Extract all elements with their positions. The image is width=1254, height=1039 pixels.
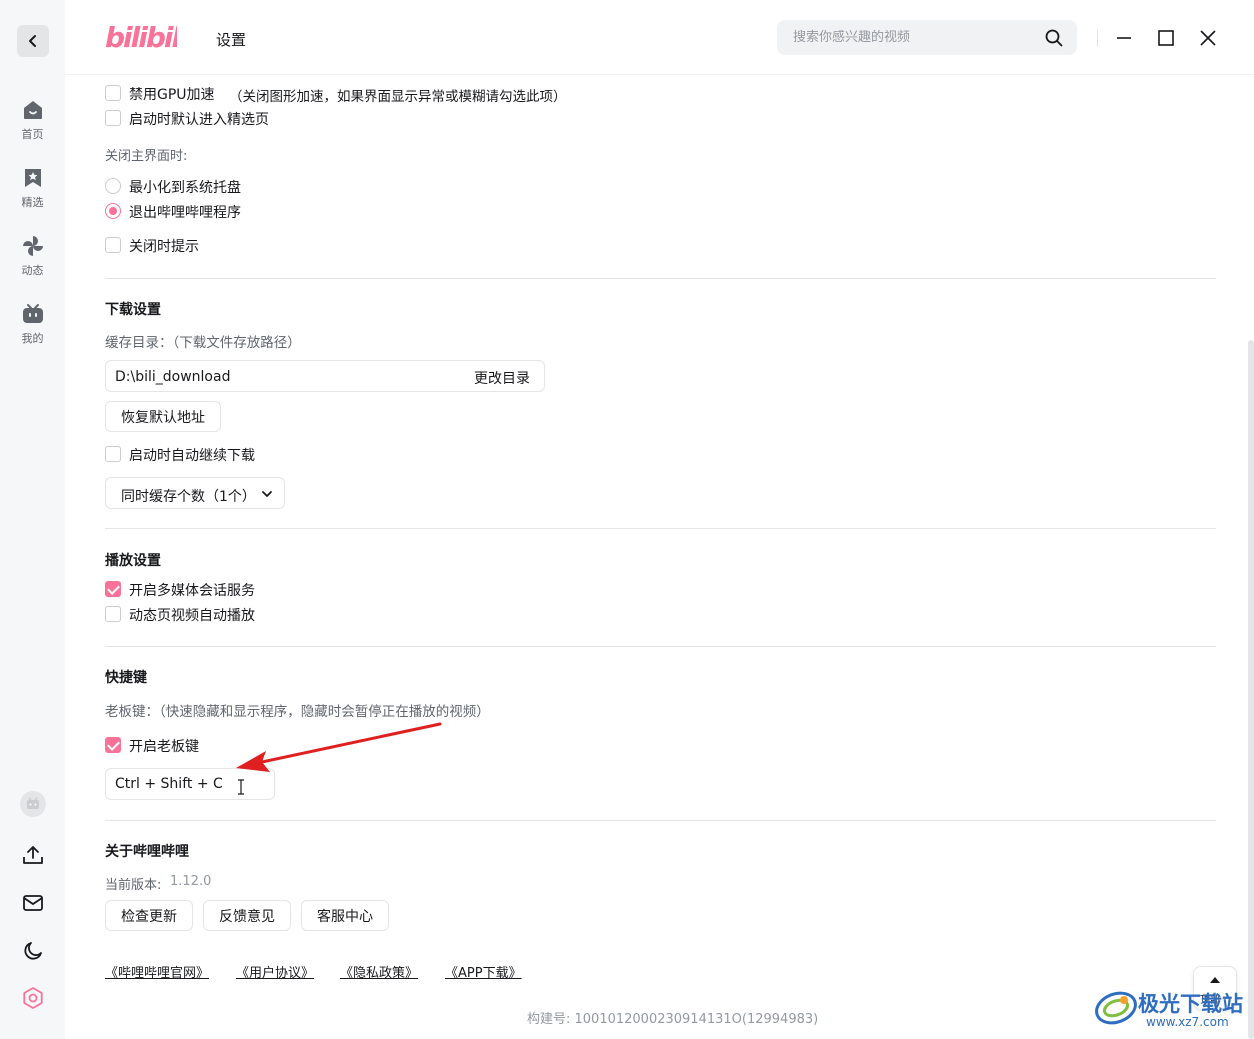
section-divider — [105, 820, 1216, 821]
cache-dir-label: 缓存目录：（下载文件存放路径） — [105, 335, 301, 351]
boss-key-input[interactable]: Ctrl + Shift + C — [105, 768, 275, 800]
close-button[interactable] — [1195, 25, 1221, 51]
build-number: 构建号: 1001012000230914131O(12994983) — [527, 1012, 819, 1027]
search-icon[interactable] — [1045, 29, 1063, 47]
maximize-icon — [1158, 30, 1174, 46]
sidebar-item-label: 动态 — [21, 264, 44, 277]
sidebar: 首页 精选 动态 我的 — [0, 0, 65, 1039]
media-session-label: 开启多媒体会话服务 — [129, 583, 255, 599]
boss-key-description: 老板键：（快速隐藏和显示程序，隐藏时会暂停正在播放的视频） — [105, 704, 490, 720]
boss-key-value: Ctrl + Shift + C — [115, 776, 223, 792]
version-label: 当前版本: — [105, 878, 162, 893]
gpu-checkbox[interactable] — [105, 85, 121, 101]
minimize-icon — [1117, 37, 1131, 39]
featured-label: 启动时默认进入精选页 — [129, 112, 269, 128]
tv-icon — [22, 304, 43, 323]
sidebar-item-mine[interactable]: 我的 — [0, 302, 65, 346]
close-icon — [1200, 30, 1216, 46]
upload-icon — [23, 846, 43, 864]
auto-resume-checkbox[interactable] — [105, 446, 121, 462]
restore-default-button[interactable]: 恢复默认地址 — [105, 401, 221, 432]
feedback-button[interactable]: 反馈意见 — [203, 900, 291, 931]
chevron-left-icon — [29, 35, 36, 47]
privacy-policy-link[interactable]: 《隐私政策》 — [340, 962, 418, 981]
search-bar[interactable] — [777, 20, 1077, 55]
autoplay-checkbox[interactable] — [105, 606, 121, 622]
section-divider — [105, 646, 1216, 647]
back-button[interactable] — [17, 25, 49, 57]
featured-checkbox[interactable] — [105, 110, 121, 126]
download-path-field[interactable]: D:\bili_download 更改目录 — [105, 360, 545, 392]
settings-icon — [23, 987, 43, 1009]
sidebar-item-home[interactable]: 首页 — [0, 98, 65, 142]
text-cursor-icon — [238, 779, 244, 795]
gpu-label: 禁用GPU加速 — [129, 87, 215, 103]
exit-label: 退出哔哩哔哩程序 — [129, 205, 241, 221]
minimize-button[interactable] — [1111, 25, 1137, 51]
section-divider — [105, 528, 1216, 529]
upload-button[interactable] — [18, 840, 48, 870]
sidebar-item-dynamic[interactable]: 动态 — [0, 234, 65, 278]
header: bilibili 设置 — [65, 0, 1254, 75]
minimize-label: 最小化到系统托盘 — [129, 180, 241, 196]
change-dir-button[interactable]: 更改目录 — [474, 368, 530, 388]
bookmark-icon — [24, 169, 41, 187]
close-tip-checkbox[interactable] — [105, 237, 121, 253]
scrollbar-thumb[interactable] — [1248, 340, 1254, 1039]
settings-button[interactable] — [18, 983, 48, 1013]
bilibili-logo[interactable]: bilibili — [105, 19, 191, 57]
pinwheel-icon — [22, 236, 43, 256]
boss-key-checkbox[interactable] — [105, 737, 121, 753]
close-behavior-title: 关闭主界面时: — [105, 149, 188, 164]
shortcuts-section-title: 快捷键 — [105, 670, 147, 686]
user-agreement-link[interactable]: 《用户协议》 — [236, 962, 314, 981]
watermark: 极光下载站 www.xz7.com — [1094, 985, 1249, 1033]
media-session-checkbox[interactable] — [105, 581, 121, 597]
avatar-icon — [20, 791, 46, 817]
sidebar-item-label: 精选 — [21, 196, 44, 209]
official-site-link[interactable]: 《哔哩哔哩官网》 — [105, 962, 209, 981]
settings-window: 首页 精选 动态 我的 bilibi 设置 搜索你感兴趣的视频 禁用GPU加速 … — [0, 0, 1254, 1039]
home-icon — [23, 101, 42, 119]
svg-text:bilibili: bilibili — [105, 21, 177, 53]
auto-resume-label: 启动时自动继续下载 — [129, 448, 255, 464]
mail-icon — [23, 895, 43, 911]
arrow-up-icon — [1210, 977, 1220, 983]
header-divider — [1097, 30, 1098, 46]
app-download-link[interactable]: 《APP下载》 — [445, 962, 522, 981]
maximize-button[interactable] — [1153, 25, 1179, 51]
gpu-hint: （关闭图形加速，如果界面显示异常或模糊请勾选此项） — [229, 89, 567, 105]
page-title: 设置 — [216, 31, 247, 49]
theme-button[interactable] — [18, 936, 48, 966]
playback-section-title: 播放设置 — [105, 553, 161, 569]
minimize-radio[interactable] — [105, 178, 121, 194]
moon-icon — [24, 942, 42, 960]
sidebar-item-label: 首页 — [21, 128, 44, 141]
concurrent-value: 同时缓存个数（1个） — [121, 489, 256, 505]
messages-button[interactable] — [18, 888, 48, 918]
avatar[interactable] — [18, 789, 48, 819]
autoplay-label: 动态页视频自动播放 — [129, 608, 255, 624]
chevron-down-icon — [262, 491, 272, 497]
download-path: D:\bili_download — [115, 369, 231, 385]
support-center-button[interactable]: 客服中心 — [301, 900, 389, 931]
check-update-button[interactable]: 检查更新 — [105, 900, 193, 931]
sidebar-item-label: 我的 — [21, 332, 44, 345]
download-section-title: 下载设置 — [105, 302, 161, 318]
sidebar-item-featured[interactable]: 精选 — [0, 166, 65, 210]
about-section-title: 关于哔哩哔哩 — [105, 844, 189, 860]
watermark-title: 极光下载站 — [1138, 992, 1243, 1016]
boss-key-label: 开启老板键 — [129, 739, 199, 755]
section-divider — [105, 278, 1216, 279]
watermark-logo-icon — [1095, 991, 1137, 1025]
version-value: 1.12.0 — [170, 874, 212, 889]
watermark-url: www.xz7.com — [1146, 1015, 1229, 1029]
close-tip-label: 关闭时提示 — [129, 239, 199, 255]
concurrent-select[interactable]: 同时缓存个数（1个） — [105, 477, 285, 509]
exit-radio[interactable] — [105, 203, 121, 219]
search-input[interactable] — [793, 20, 1033, 55]
